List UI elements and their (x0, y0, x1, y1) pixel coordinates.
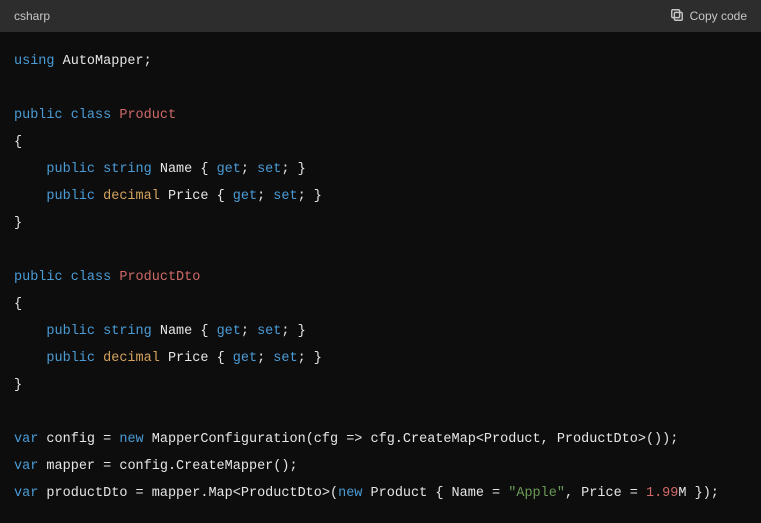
expr: config.CreateMapper(); (119, 459, 297, 474)
keyword-get: get (217, 162, 241, 177)
type-decimal: decimal (103, 189, 160, 204)
class-name-product: Product (119, 108, 176, 123)
keyword-set: set (273, 189, 297, 204)
decimal-suffix: M (678, 486, 686, 501)
code-block-header: csharp Copy code (0, 0, 761, 32)
expr: mapper.Map<ProductDto>( (152, 486, 338, 501)
expr: Product { Name = (371, 486, 509, 501)
type-string: string (103, 162, 152, 177)
keyword-get: get (217, 324, 241, 339)
prop-price: Price (168, 189, 209, 204)
prop-name: Name (160, 324, 192, 339)
type-string: string (103, 324, 152, 339)
keyword-new: new (119, 432, 143, 447)
keyword-public: public (46, 324, 95, 339)
prop-price: Price (168, 351, 209, 366)
keyword-class: class (71, 108, 112, 123)
keyword-public: public (46, 189, 95, 204)
keyword-using: using (14, 54, 55, 69)
keyword-set: set (257, 162, 281, 177)
class-name-productdto: ProductDto (119, 270, 200, 285)
namespace: AutoMapper (63, 54, 144, 69)
keyword-public: public (46, 162, 95, 177)
keyword-new: new (338, 486, 362, 501)
expr: }); (687, 486, 719, 501)
var-productdto: productDto (46, 486, 127, 501)
copy-code-button[interactable]: Copy code (670, 8, 747, 25)
keyword-var: var (14, 486, 38, 501)
keyword-set: set (257, 324, 281, 339)
keyword-get: get (233, 189, 257, 204)
type-decimal: decimal (103, 351, 160, 366)
language-label: csharp (14, 9, 50, 23)
keyword-class: class (71, 270, 112, 285)
keyword-set: set (273, 351, 297, 366)
code-content: using AutoMapper; public class Product {… (0, 32, 761, 523)
keyword-public: public (14, 108, 63, 123)
keyword-public: public (14, 270, 63, 285)
copy-icon (670, 8, 684, 25)
expr: MapperConfiguration(cfg => cfg.CreateMap… (152, 432, 679, 447)
copy-code-label: Copy code (690, 9, 747, 23)
expr: , Price = (565, 486, 646, 501)
keyword-var: var (14, 432, 38, 447)
keyword-var: var (14, 459, 38, 474)
string-literal: "Apple" (508, 486, 565, 501)
var-mapper: mapper (46, 459, 95, 474)
keyword-public: public (46, 351, 95, 366)
var-config: config (46, 432, 95, 447)
prop-name: Name (160, 162, 192, 177)
number-literal: 1.99 (646, 486, 678, 501)
keyword-get: get (233, 351, 257, 366)
